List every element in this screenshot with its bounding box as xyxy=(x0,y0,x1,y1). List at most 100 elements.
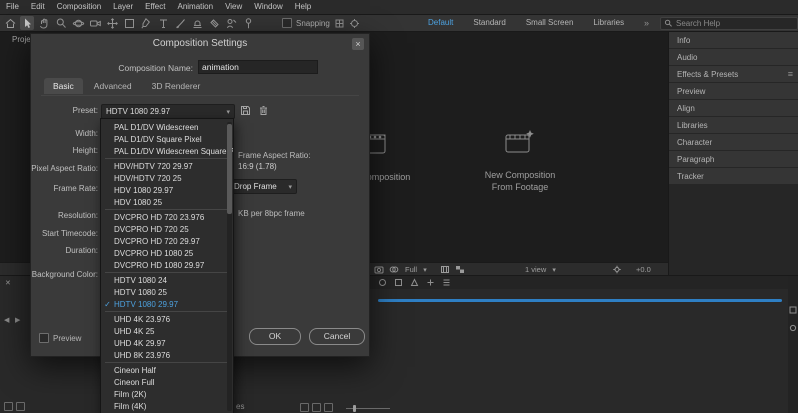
pen-tool-icon[interactable] xyxy=(139,16,153,30)
work-area-bar[interactable] xyxy=(378,299,782,302)
home-icon[interactable] xyxy=(3,16,17,30)
camera-tool-icon[interactable] xyxy=(88,16,102,30)
region-of-interest-icon[interactable] xyxy=(440,265,450,274)
workspace-tab[interactable]: Default xyxy=(418,15,463,31)
drop-frame-dropdown[interactable]: Drop Frame ▾ xyxy=(229,179,297,194)
preset-option[interactable]: ✓ DVCPRO HD 720 25 xyxy=(101,223,233,235)
footer-icon[interactable] xyxy=(16,402,25,411)
snap-option-icon[interactable] xyxy=(349,18,360,29)
save-preset-icon[interactable] xyxy=(239,104,252,117)
delete-preset-icon[interactable] xyxy=(257,104,270,117)
menu-item[interactable]: Help xyxy=(289,0,317,14)
preset-option[interactable]: ✓ HDTV 1080 29.97 xyxy=(101,298,233,310)
preset-option[interactable]: ✓ DVCPRO HD 1080 29.97 xyxy=(101,259,233,271)
nav-prev-icon[interactable]: ◀ xyxy=(4,316,9,324)
timeline-option-icon[interactable] xyxy=(378,278,387,287)
menu-item[interactable]: File xyxy=(0,0,25,14)
puppet-pin-tool-icon[interactable] xyxy=(241,16,255,30)
timeline-zoom-knob[interactable] xyxy=(353,405,356,412)
preset-option[interactable]: ✓ UHD 4K 23.976 xyxy=(101,313,233,325)
preset-option[interactable]: ✓ PAL D1/DV Square Pixel xyxy=(101,133,233,145)
panel-menu-icon[interactable]: ≡ xyxy=(788,66,793,82)
panel-header[interactable]: Preview ≡ xyxy=(669,83,798,99)
exposure-icon[interactable] xyxy=(612,265,622,274)
panel-header[interactable]: Libraries ≡ xyxy=(669,117,798,133)
preset-option[interactable]: ✓ Cineon Full xyxy=(101,376,233,388)
menu-item[interactable]: Window xyxy=(248,0,288,14)
timeline-option-icon[interactable] xyxy=(394,278,403,287)
panel-header[interactable]: Character ≡ xyxy=(669,134,798,150)
snapshot-icon[interactable] xyxy=(374,265,384,274)
brush-tool-icon[interactable] xyxy=(173,16,187,30)
menu-item[interactable]: View xyxy=(219,0,248,14)
timeline-option-icon[interactable] xyxy=(426,278,435,287)
selection-tool-icon[interactable] xyxy=(20,16,34,30)
orbit-camera-tool-icon[interactable] xyxy=(71,16,85,30)
hand-tool-icon[interactable] xyxy=(37,16,51,30)
zoom-tool-icon[interactable] xyxy=(54,16,68,30)
close-icon[interactable]: ✕ xyxy=(5,279,11,287)
snapping-checkbox[interactable] xyxy=(282,18,292,28)
new-composition-from-footage-button-line2[interactable]: From Footage xyxy=(450,182,590,192)
panel-header[interactable]: Effects & Presets ≡ xyxy=(669,66,798,82)
preset-option[interactable]: ✓ Film (2K) xyxy=(101,388,233,400)
preset-option[interactable]: ✓ HDV/HDTV 720 25 xyxy=(101,172,233,184)
workspace-tab[interactable]: Libraries xyxy=(583,15,634,31)
search-help-input[interactable] xyxy=(676,19,794,28)
preset-option[interactable]: ✓ UHD 4K 29.97 xyxy=(101,337,233,349)
workspace-tab[interactable]: Standard xyxy=(463,15,515,31)
dropdown-scrollbar[interactable] xyxy=(227,122,232,411)
dialog-tab[interactable]: Advanced xyxy=(85,78,141,94)
panel-header[interactable]: Audio ≡ xyxy=(669,49,798,65)
menu-item[interactable]: Animation xyxy=(171,0,219,14)
composition-name-input[interactable] xyxy=(198,60,318,74)
transparency-grid-icon[interactable] xyxy=(455,265,465,274)
panel-header[interactable]: Info ≡ xyxy=(669,32,798,48)
type-tool-icon[interactable] xyxy=(156,16,170,30)
timeline-option-icon[interactable] xyxy=(442,278,451,287)
timeline-toggle-icon[interactable] xyxy=(312,403,321,412)
preset-option[interactable]: ✓ HDTV 1080 24 xyxy=(101,274,233,286)
dialog-tab[interactable]: 3D Renderer xyxy=(143,78,210,94)
preset-option[interactable]: ✓ Film (4K) xyxy=(101,400,233,412)
timeline-option-icon[interactable] xyxy=(410,278,419,287)
composition-mini-icon[interactable] xyxy=(789,306,797,314)
preset-option[interactable]: ✓ UHD 4K 25 xyxy=(101,325,233,337)
footer-icon[interactable] xyxy=(4,402,13,411)
timeline-toggle-icon[interactable] xyxy=(300,403,309,412)
eraser-tool-icon[interactable] xyxy=(207,16,221,30)
dropdown-scrollbar-thumb[interactable] xyxy=(227,124,232,214)
pan-behind-tool-icon[interactable] xyxy=(105,16,119,30)
preset-dropdown[interactable]: HDTV 1080 29.97 ▾ xyxy=(101,104,235,119)
menu-item[interactable]: Composition xyxy=(51,0,107,14)
preset-option[interactable]: ✓ PAL D1/DV Widescreen Square Pixel xyxy=(101,145,233,157)
panel-header[interactable]: Tracker ≡ xyxy=(669,168,798,184)
preset-option[interactable]: ✓ Cineon Half xyxy=(101,364,233,376)
timeline-toggle-icon[interactable] xyxy=(324,403,333,412)
mask-shape-tool-icon[interactable] xyxy=(122,16,136,30)
preset-option[interactable]: ✓ HDTV 1080 25 xyxy=(101,286,233,298)
preset-option[interactable]: ✓ DVCPRO HD 720 29.97 xyxy=(101,235,233,247)
panel-tab-fragment[interactable]: es xyxy=(236,402,244,411)
menu-item[interactable]: Edit xyxy=(25,0,51,14)
nav-next-icon[interactable]: ▶ xyxy=(15,316,20,324)
snap-option-icon[interactable] xyxy=(334,18,345,29)
dialog-close-button[interactable]: × xyxy=(352,38,364,50)
workspace-overflow-icon[interactable]: » xyxy=(644,15,649,31)
preset-option[interactable]: ✓ HDV/HDTV 720 29.97 xyxy=(101,160,233,172)
preset-option[interactable]: ✓ HDV 1080 25 xyxy=(101,196,233,208)
preset-option[interactable]: ✓ DVCPRO HD 1080 25 xyxy=(101,247,233,259)
new-composition-from-footage-button[interactable]: New Composition xyxy=(450,170,590,180)
preset-option[interactable]: ✓ HDV 1080 29.97 xyxy=(101,184,233,196)
workspace-tab[interactable]: Small Screen xyxy=(516,15,584,31)
panel-header[interactable]: Paragraph ≡ xyxy=(669,151,798,167)
preset-option[interactable]: ✓ UHD 8K 23.976 xyxy=(101,349,233,361)
preview-checkbox[interactable] xyxy=(39,333,49,343)
dialog-tab[interactable]: Basic xyxy=(44,78,83,94)
menu-item[interactable]: Effect xyxy=(139,0,171,14)
preset-option[interactable]: ✓ DVCPRO HD 720 23.976 xyxy=(101,211,233,223)
roto-brush-tool-icon[interactable] xyxy=(224,16,238,30)
channels-icon[interactable] xyxy=(389,265,399,274)
ok-button[interactable]: OK xyxy=(249,328,301,345)
cancel-button[interactable]: Cancel xyxy=(309,328,365,345)
